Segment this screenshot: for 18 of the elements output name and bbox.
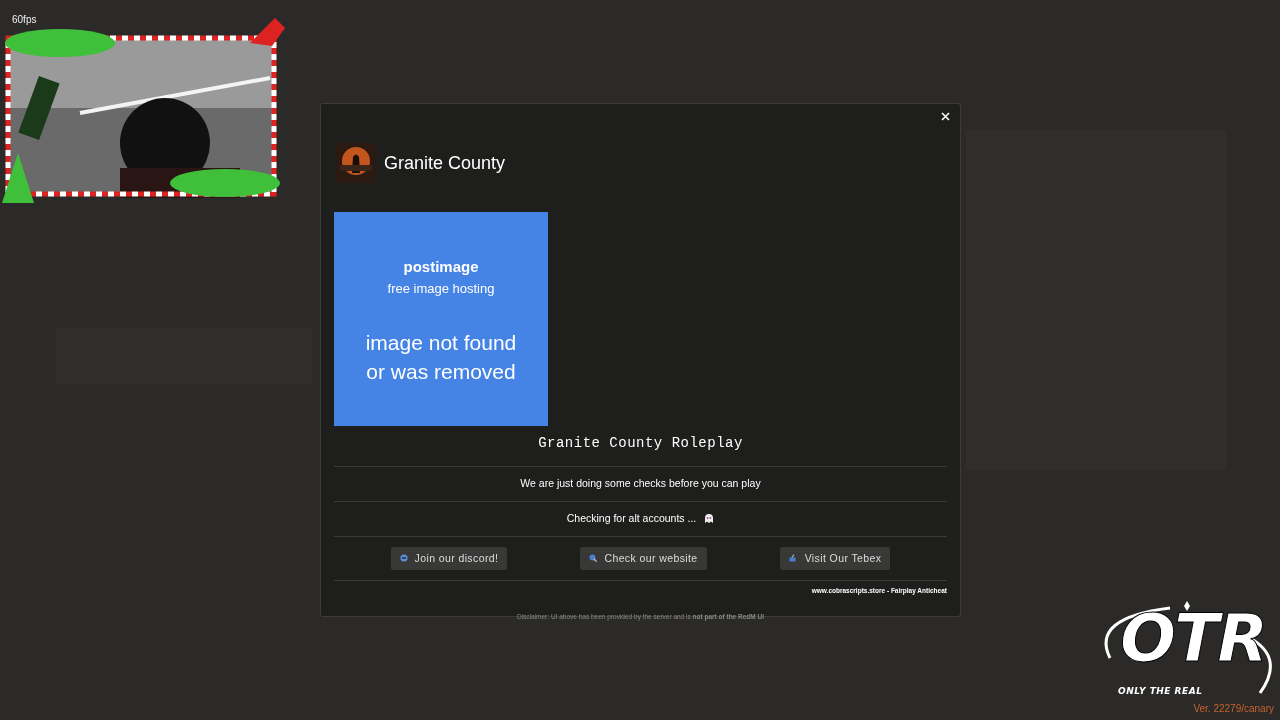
server-name: Granite County Roleplay: [537, 434, 744, 453]
modal-title: Granite County: [384, 151, 506, 175]
ghost-icon: [704, 513, 715, 525]
link-button[interactable]: Join our discord!: [390, 546, 508, 571]
server-logo-icon: [336, 143, 376, 183]
cart-icon: [788, 554, 798, 563]
placeholder-tagline: free image hosting: [387, 279, 495, 298]
chat-icon: [399, 554, 408, 563]
link-button[interactable]: Check our website: [580, 546, 707, 571]
fps-counter: 60fps: [12, 13, 37, 27]
link-button[interactable]: Visit Our Tebex: [779, 546, 891, 571]
placeholder-message: image not found or was removed: [364, 330, 518, 385]
logo-letters: OTR: [1120, 606, 1266, 672]
logo-slogan: ONLY THE REAL: [1118, 686, 1203, 696]
status-text: Checking for alt accounts ...: [566, 510, 697, 526]
notice-text: We are just doing some checks before you can play: [519, 476, 762, 491]
version-label: Ver. 22279/canary: [1193, 702, 1274, 716]
placeholder-brand: postimage: [403, 257, 479, 277]
